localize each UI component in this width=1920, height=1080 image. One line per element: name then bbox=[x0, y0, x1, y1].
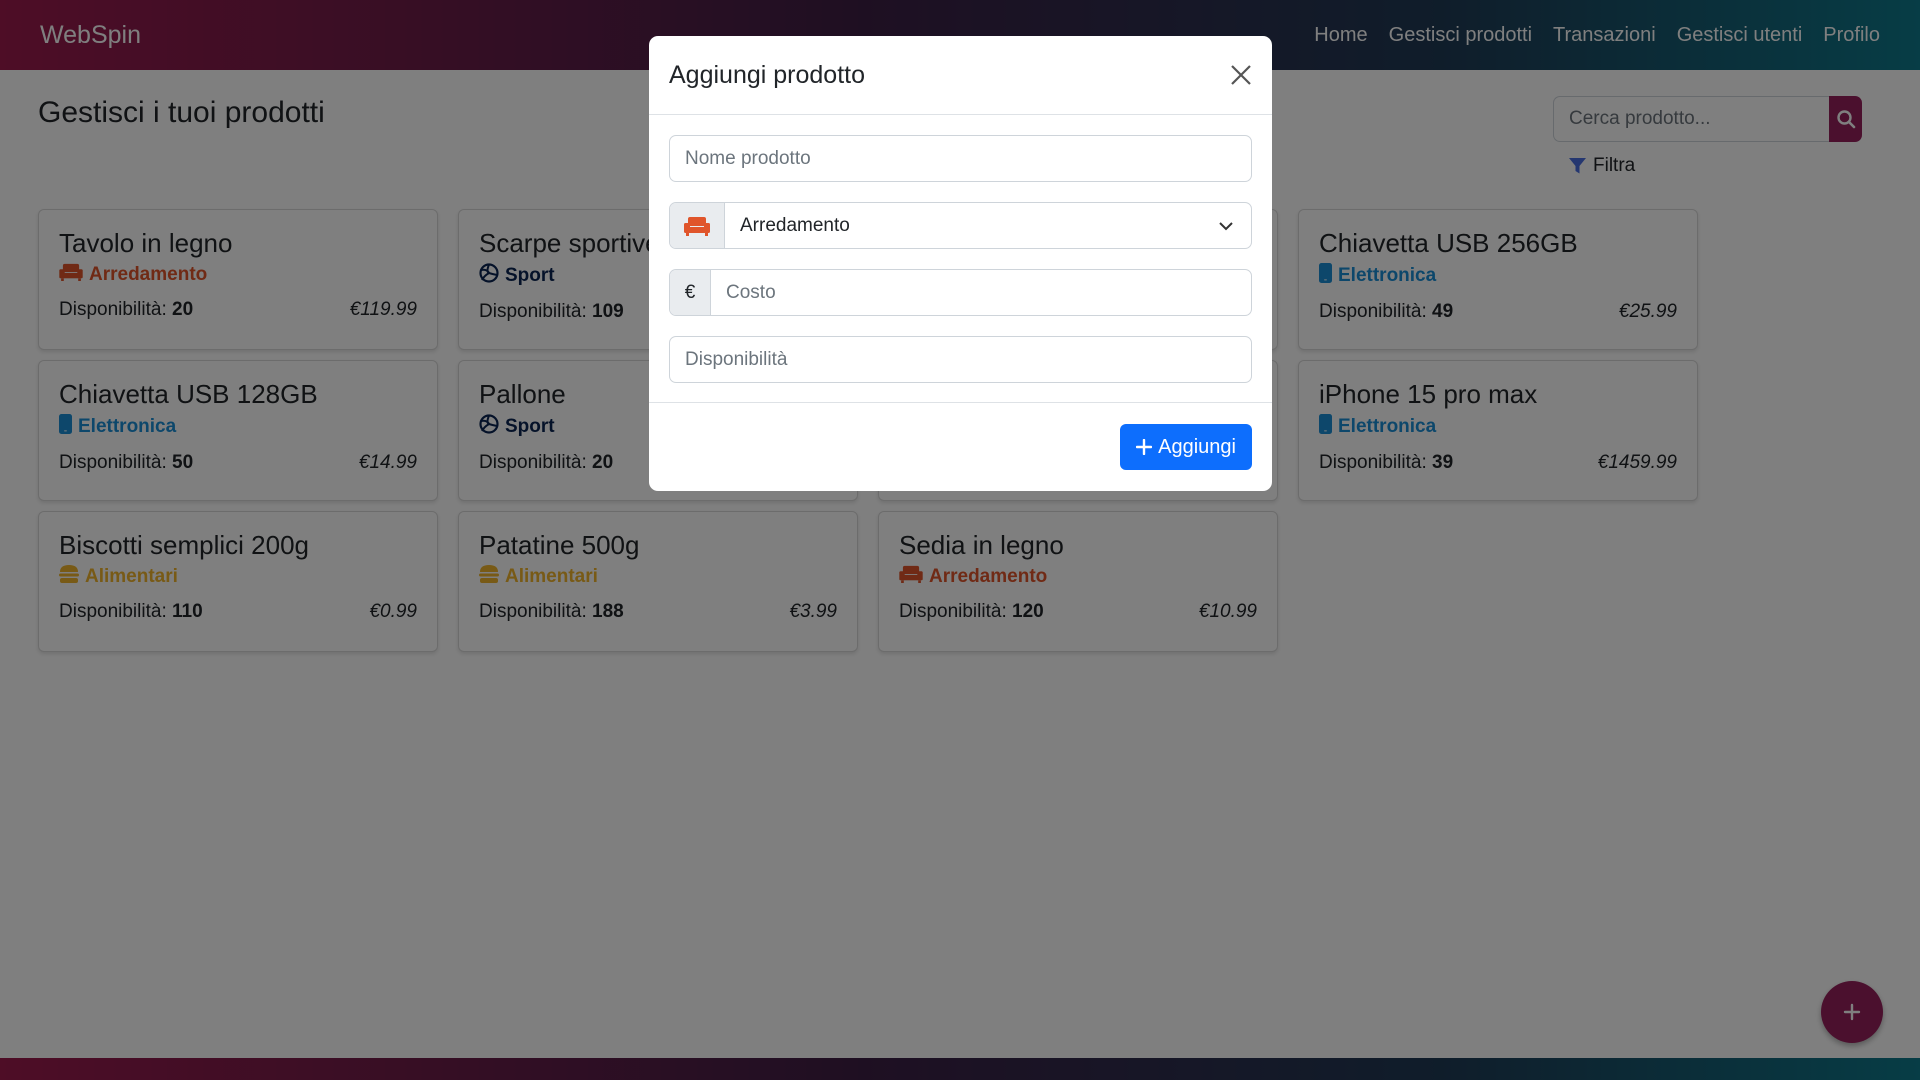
add-submit-label: Aggiungi bbox=[1158, 435, 1236, 458]
couch-icon bbox=[684, 216, 710, 236]
product-name-input[interactable] bbox=[670, 136, 1251, 181]
close-icon bbox=[1231, 65, 1251, 85]
product-name-field bbox=[669, 135, 1252, 182]
currency-addon: € bbox=[670, 270, 711, 315]
plus-icon bbox=[1136, 439, 1153, 455]
availability-field bbox=[669, 336, 1252, 383]
cost-input[interactable] bbox=[711, 270, 1251, 315]
close-button[interactable] bbox=[1230, 64, 1252, 86]
modal-title: Aggiungi prodotto bbox=[669, 60, 865, 89]
modal-footer: Aggiungi bbox=[649, 402, 1272, 491]
add-product-modal: Aggiungi prodotto Arredamento € Ag bbox=[649, 36, 1272, 491]
modal-body: Arredamento € bbox=[649, 115, 1272, 383]
availability-input[interactable] bbox=[670, 337, 1251, 382]
modal-header: Aggiungi prodotto bbox=[649, 36, 1272, 115]
category-icon-addon bbox=[670, 203, 725, 248]
chevron-down-icon bbox=[1201, 221, 1251, 231]
add-submit-button[interactable]: Aggiungi bbox=[1120, 424, 1252, 470]
category-select[interactable]: Arredamento bbox=[669, 202, 1252, 249]
category-select-value: Arredamento bbox=[740, 214, 850, 236]
cost-field: € bbox=[669, 269, 1252, 316]
